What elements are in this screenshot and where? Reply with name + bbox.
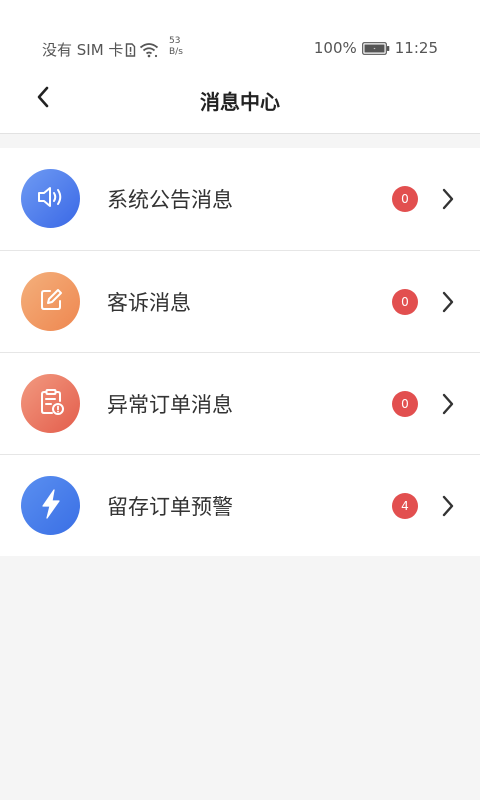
message-list: 系统公告消息 0 客诉消息 0 异常订单消息 0 留存订单预警 4 bbox=[0, 148, 480, 556]
net-speed-value: 53 bbox=[169, 36, 181, 46]
unread-count-badge: 0 bbox=[392, 391, 418, 417]
carrier-text: 没有 SIM 卡 bbox=[42, 41, 124, 59]
list-item-exception-order[interactable]: 异常订单消息 0 bbox=[0, 352, 480, 454]
list-item-label: 客诉消息 bbox=[107, 291, 191, 315]
unread-count-badge: 0 bbox=[392, 186, 418, 212]
list-item-label: 系统公告消息 bbox=[107, 188, 233, 212]
chevron-right-icon bbox=[438, 289, 458, 315]
status-left: 没有 SIM 卡 bbox=[42, 39, 159, 60]
chevron-right-icon bbox=[438, 493, 458, 519]
wifi-icon bbox=[139, 42, 159, 58]
order-alert-icon bbox=[37, 387, 65, 421]
retention-warning-icon-circle bbox=[21, 476, 80, 535]
complaint-icon-circle bbox=[21, 272, 80, 331]
page-title: 消息中心 bbox=[200, 90, 280, 114]
net-speed: 53 B/s bbox=[169, 36, 191, 58]
clock: 11:25 bbox=[394, 39, 438, 57]
list-item-label: 留存订单预警 bbox=[107, 495, 233, 519]
speaker-icon bbox=[36, 184, 66, 214]
status-bar: 没有 SIM 卡 53 B/s 100% 11:25 bbox=[0, 30, 480, 66]
chevron-right-icon bbox=[438, 186, 458, 212]
lightning-icon bbox=[39, 488, 63, 524]
battery-percent: 100% bbox=[313, 39, 357, 57]
battery-charging-icon bbox=[361, 41, 390, 55]
unread-count-badge: 4 bbox=[392, 493, 418, 519]
header: 没有 SIM 卡 53 B/s 100% 11:25 消息中心 bbox=[0, 0, 480, 134]
unread-count-badge: 0 bbox=[392, 289, 418, 315]
list-item-complaint[interactable]: 客诉消息 0 bbox=[0, 250, 480, 352]
nav-bar: 消息中心 bbox=[0, 72, 480, 126]
list-item-retention-warning[interactable]: 留存订单预警 4 bbox=[0, 454, 480, 556]
status-right: 100% 11:25 bbox=[314, 39, 438, 57]
edit-icon bbox=[37, 286, 65, 318]
exception-order-icon-circle bbox=[21, 374, 80, 433]
sim-alert-icon bbox=[125, 42, 136, 57]
net-speed-unit: B/s bbox=[169, 47, 183, 57]
list-item-label: 异常订单消息 bbox=[107, 393, 233, 417]
chevron-right-icon bbox=[438, 391, 458, 417]
announcement-icon-circle bbox=[21, 169, 80, 228]
list-item-announcement[interactable]: 系统公告消息 0 bbox=[0, 148, 480, 250]
